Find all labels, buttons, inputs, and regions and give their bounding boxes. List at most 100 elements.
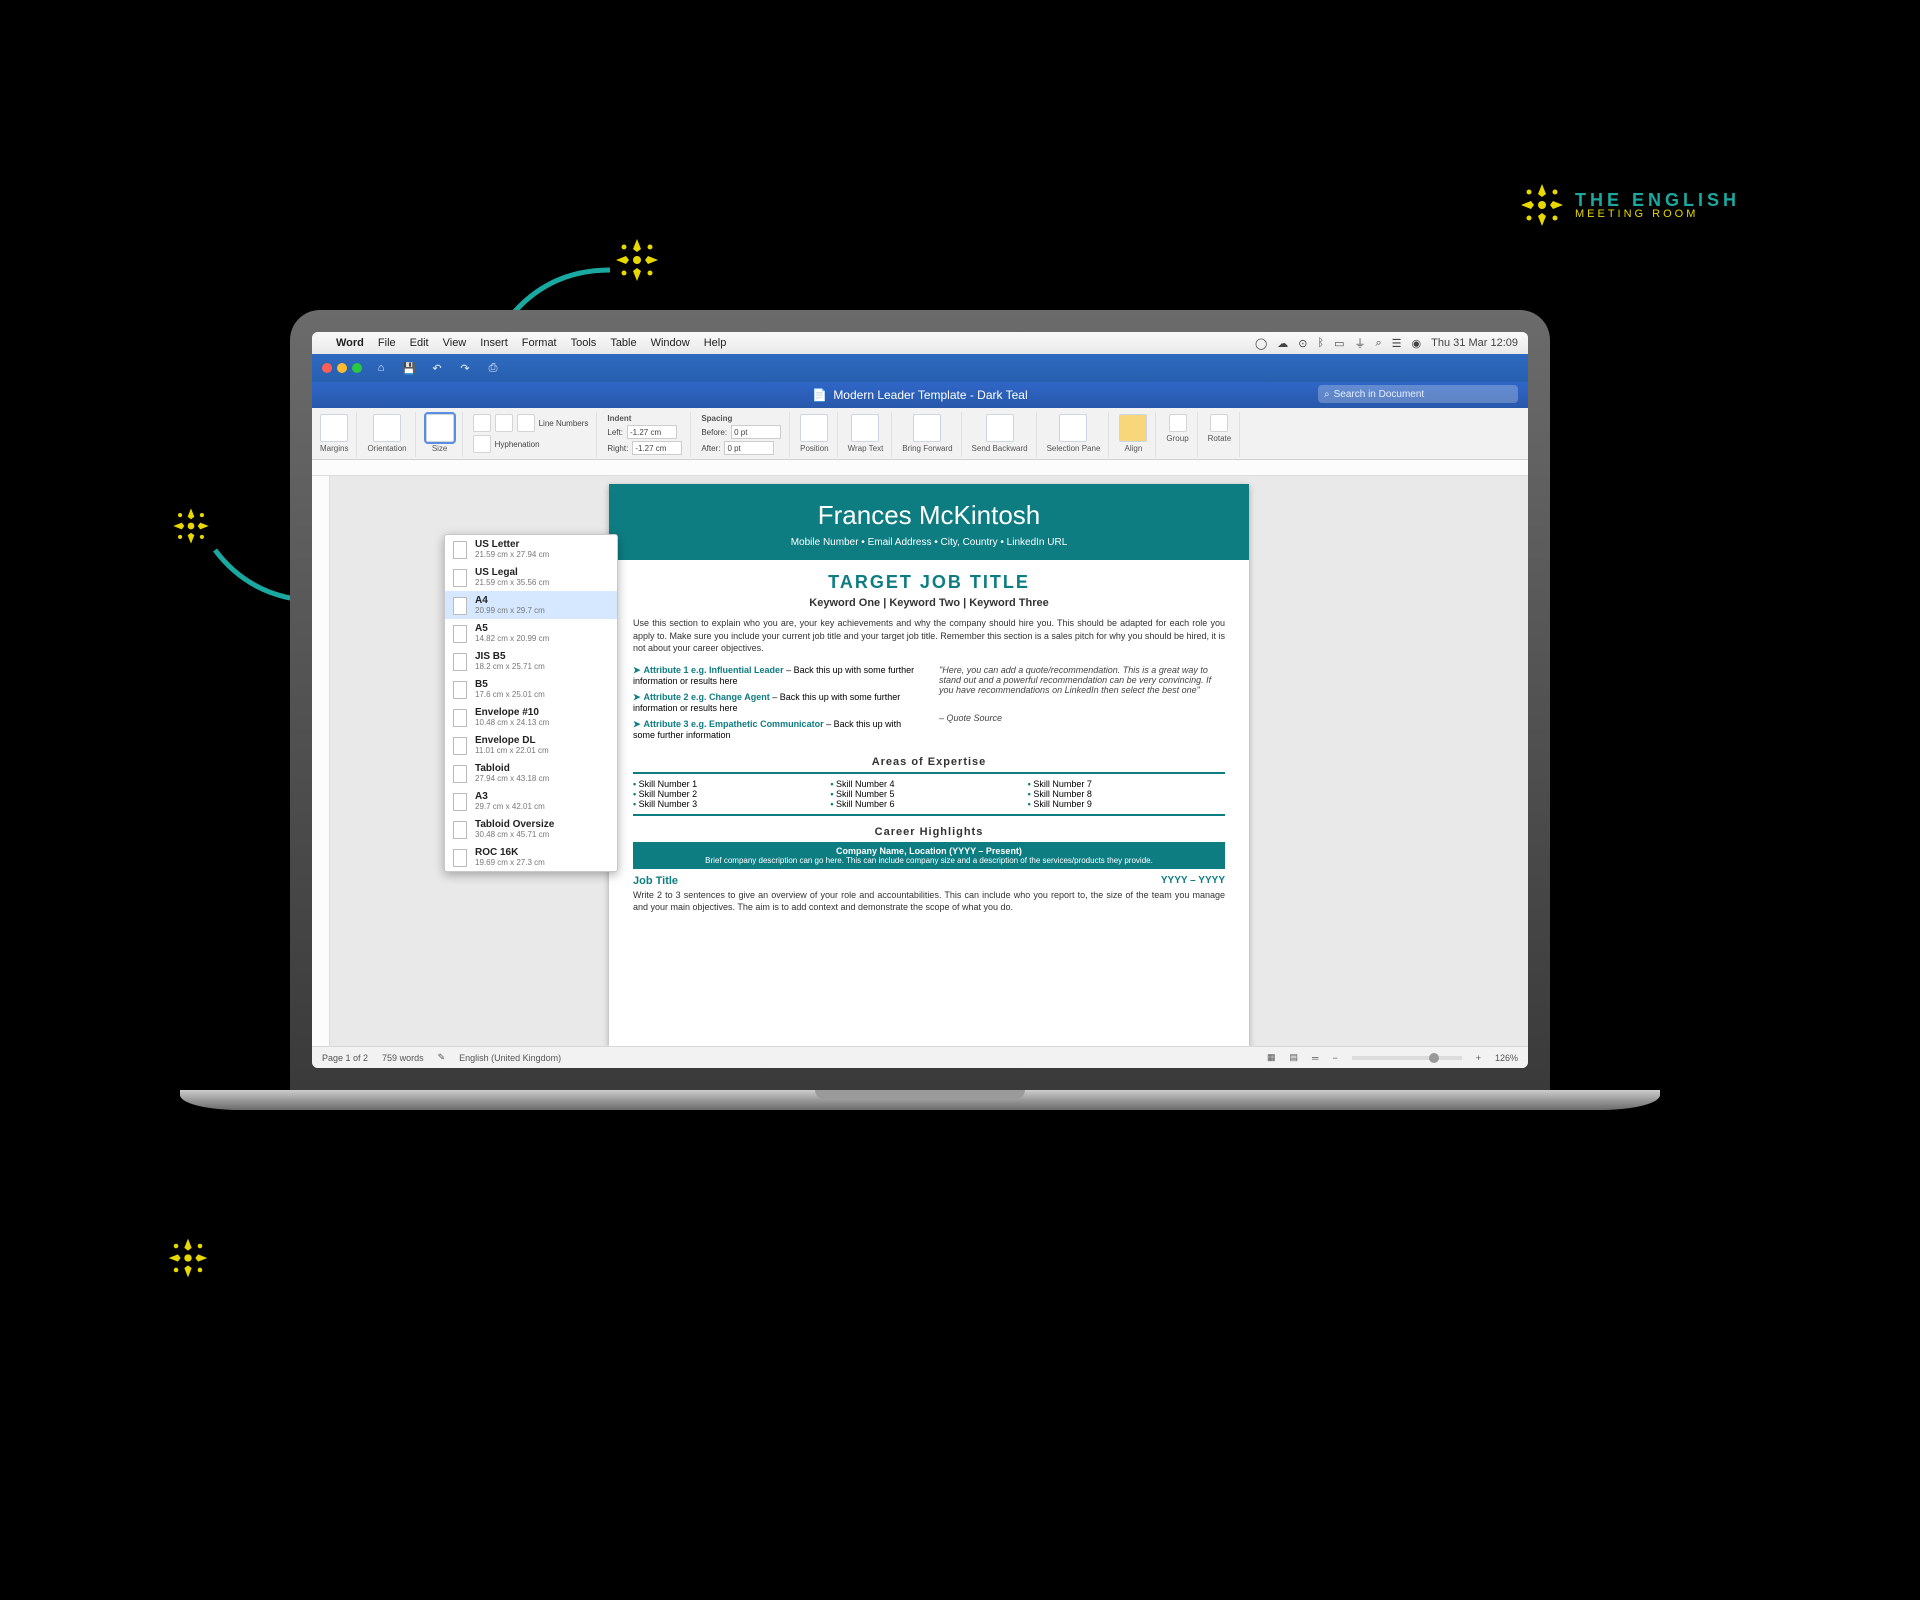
window-minimize-icon[interactable] (337, 363, 347, 373)
quick-access-toolbar: ⌂ 💾 ↶ ↷ ⎙ (312, 354, 1528, 382)
view-web-icon[interactable]: ▤ (1290, 1052, 1299, 1063)
indent-left-spinner[interactable]: -1.27 cm (627, 425, 677, 439)
skill-item: Skill Number 8 (1028, 789, 1225, 799)
menu-help[interactable]: Help (704, 337, 727, 349)
job-title: Job Title (633, 875, 678, 887)
zoom-out-icon[interactable]: − (1332, 1053, 1337, 1063)
search-icon: ⌕ (1324, 389, 1330, 400)
ribbon-rotate[interactable]: Rotate (1206, 412, 1241, 457)
skill-item: Skill Number 5 (830, 789, 1027, 799)
areas-heading: Areas of Expertise (609, 756, 1249, 768)
view-outline-icon[interactable]: ═ (1312, 1053, 1318, 1063)
page-size-dropdown: US Letter21.59 cm x 27.94 cmUS Legal21.5… (444, 534, 618, 872)
status-icon: ☁ (1277, 337, 1288, 350)
skill-item: Skill Number 3 (633, 799, 830, 809)
attribute-item: ➤Attribute 1 e.g. Influential Leader – B… (633, 665, 919, 686)
page-size-option[interactable]: A420.99 cm x 29.7 cm (445, 591, 617, 619)
word-count[interactable]: 759 words (382, 1053, 424, 1063)
save-icon[interactable]: 💾 (400, 359, 418, 377)
resume-contact: Mobile Number • Email Address • City, Co… (619, 537, 1239, 548)
search-field[interactable]: ⌕ Search in Document (1318, 385, 1518, 403)
page-size-option[interactable]: Envelope #1010.48 cm x 24.13 cm (445, 703, 617, 731)
page-count[interactable]: Page 1 of 2 (322, 1053, 368, 1063)
brand-logo: THE ENGLISH MEETING ROOM (1517, 180, 1740, 230)
intro-paragraph: Use this section to explain who you are,… (609, 617, 1249, 655)
control-center-icon[interactable]: ☰ (1392, 337, 1402, 350)
ribbon-send-backward[interactable]: Send Backward (970, 412, 1037, 457)
resume-header: Frances McKintosh Mobile Number • Email … (609, 484, 1249, 560)
page-size-option[interactable]: Tabloid27.94 cm x 43.18 cm (445, 759, 617, 787)
horizontal-ruler[interactable] (312, 460, 1528, 476)
laptop-mockup: Word File Edit View Insert Format Tools … (180, 310, 1660, 1140)
document-page[interactable]: Frances McKintosh Mobile Number • Email … (609, 484, 1249, 1046)
language[interactable]: English (United Kingdom) (459, 1053, 561, 1063)
menu-file[interactable]: File (378, 337, 396, 349)
page-size-option[interactable]: US Legal21.59 cm x 35.56 cm (445, 563, 617, 591)
vertical-ruler[interactable] (312, 476, 330, 1046)
ribbon-wrap-text[interactable]: Wrap Text (846, 412, 893, 457)
view-print-icon[interactable]: ▦ (1267, 1052, 1276, 1063)
ribbon-bring-forward[interactable]: Bring Forward (900, 412, 961, 457)
status-icon: ◯ (1255, 337, 1267, 350)
page-size-option[interactable]: US Letter21.59 cm x 27.94 cm (445, 535, 617, 563)
page-size-option[interactable]: ROC 16K19.69 cm x 27.3 cm (445, 843, 617, 871)
menu-format[interactable]: Format (522, 337, 557, 349)
document-title: Modern Leader Template - Dark Teal (833, 388, 1027, 402)
divider (633, 772, 1225, 774)
menu-edit[interactable]: Edit (410, 337, 429, 349)
keywords: Keyword One | Keyword Two | Keyword Thre… (609, 597, 1249, 609)
line-numbers-dropdown[interactable]: Line Numbers (539, 419, 589, 428)
hyphenation-dropdown[interactable]: Hyphenation (495, 440, 540, 449)
page-size-option[interactable]: Tabloid Oversize30.48 cm x 45.71 cm (445, 815, 617, 843)
attributes-list: ➤Attribute 1 e.g. Influential Leader – B… (633, 665, 919, 746)
attribute-item: ➤Attribute 3 e.g. Empathetic Communicato… (633, 719, 919, 740)
clock: Thu 31 Mar 12:09 (1431, 337, 1518, 349)
page-size-option[interactable]: A329.7 cm x 42.01 cm (445, 787, 617, 815)
star-burst-icon (1517, 180, 1567, 230)
menu-view[interactable]: View (443, 337, 467, 349)
page-size-option[interactable]: JIS B518.2 cm x 25.71 cm (445, 647, 617, 675)
page-size-option[interactable]: Envelope DL11.01 cm x 22.01 cm (445, 731, 617, 759)
search-placeholder: Search in Document (1334, 389, 1425, 400)
search-icon[interactable]: ⌕ (1376, 337, 1382, 350)
menu-tools[interactable]: Tools (571, 337, 597, 349)
ribbon-margins[interactable]: Margins (318, 412, 357, 457)
zoom-slider[interactable] (1352, 1056, 1462, 1060)
target-job-title: TARGET JOB TITLE (609, 572, 1249, 593)
ribbon-group[interactable]: Group (1164, 412, 1197, 457)
spacing-after-spinner[interactable]: 0 pt (724, 441, 774, 455)
job-description: Write 2 to 3 sentences to give an overvi… (609, 889, 1249, 914)
ribbon-align[interactable]: Align (1117, 412, 1156, 457)
menu-insert[interactable]: Insert (480, 337, 508, 349)
quote-text: "Here, you can add a quote/recommendatio… (939, 665, 1225, 695)
ribbon-orientation[interactable]: Orientation (365, 412, 415, 457)
menu-window[interactable]: Window (651, 337, 690, 349)
spacing-before-spinner[interactable]: 0 pt (731, 425, 781, 439)
ribbon-selection-pane[interactable]: Selection Pane (1045, 412, 1110, 457)
print-icon[interactable]: ⎙ (484, 359, 502, 377)
zoom-in-icon[interactable]: + (1476, 1053, 1481, 1063)
ribbon-position[interactable]: Position (798, 412, 837, 457)
spell-check-icon[interactable]: ✎ (438, 1052, 446, 1063)
ribbon-size[interactable]: Size (424, 412, 463, 457)
skill-item: Skill Number 2 (633, 789, 830, 799)
menu-table[interactable]: Table (610, 337, 636, 349)
indent-right-spinner[interactable]: -1.27 cm (632, 441, 682, 455)
attribute-item: ➤Attribute 2 e.g. Change Agent – Back th… (633, 692, 919, 713)
mac-menubar: Word File Edit View Insert Format Tools … (312, 332, 1528, 354)
titlebar: 📄 Modern Leader Template - Dark Teal ⌕ S… (312, 382, 1528, 408)
redo-icon[interactable]: ↷ (456, 359, 474, 377)
skill-item: Skill Number 1 (633, 779, 830, 789)
skills-grid: Skill Number 1Skill Number 2Skill Number… (609, 775, 1249, 813)
star-burst-icon (165, 1235, 211, 1281)
status-icon: ⊙ (1298, 337, 1307, 350)
page-size-option[interactable]: B517.6 cm x 25.01 cm (445, 675, 617, 703)
zoom-level[interactable]: 126% (1495, 1053, 1518, 1063)
window-close-icon[interactable] (322, 363, 332, 373)
undo-icon[interactable]: ↶ (428, 359, 446, 377)
home-icon[interactable]: ⌂ (372, 359, 390, 377)
page-size-option[interactable]: A514.82 cm x 20.99 cm (445, 619, 617, 647)
window-zoom-icon[interactable] (352, 363, 362, 373)
app-menu[interactable]: Word (336, 337, 364, 349)
siri-icon[interactable]: ◉ (1412, 337, 1422, 350)
